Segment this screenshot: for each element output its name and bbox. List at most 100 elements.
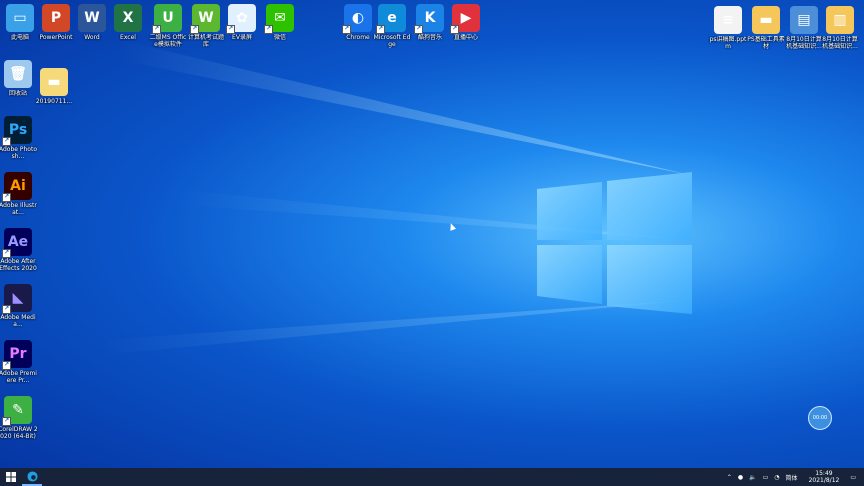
shortcut-arrow-icon: ↗ [190, 25, 199, 34]
desktop-icon[interactable]: 🗑 回收站 [0, 60, 38, 97]
excel-icon: X [114, 4, 142, 32]
desktop-icon[interactable]: ✉ ↗ 微信 [260, 4, 300, 41]
desktop-icon-label: Adobe Media... [0, 314, 36, 328]
desktop-icon-label: 20190711... [35, 98, 73, 105]
ime-indicator[interactable]: 简体 [786, 473, 798, 482]
rar-archive-icon: ▤ [790, 6, 818, 34]
desktop-icon[interactable]: Pr ↗ Adobe Premiere Pr... [0, 340, 38, 384]
wifi-icon[interactable]: ◔ [774, 474, 779, 481]
shortcut-arrow-icon: ↗ [414, 25, 423, 34]
desktop-icon[interactable]: ▥ 8月10日计算机基础知识... [820, 6, 860, 50]
desktop-icon[interactable]: ▤ 8月10日计算机基础知识... [784, 6, 824, 50]
network-icon[interactable]: ▭ [763, 474, 769, 481]
desktop-icon[interactable]: ≡ ps讲稿图.pptm [708, 6, 748, 50]
recycle-bin-icon: 🗑 [4, 60, 32, 88]
notification-icon[interactable]: ▭ [850, 474, 856, 481]
desktop-icon-label: 8月10日计算机基础知识... [786, 36, 822, 50]
shortcut-arrow-icon: ↗ [226, 25, 235, 34]
shortcut-arrow-icon: ↗ [2, 249, 11, 258]
shortcut-arrow-icon: ↗ [152, 25, 161, 34]
desktop-icon[interactable]: K ↗ 酷狗音乐 [410, 4, 450, 41]
wechat-icon: ✉ ↗ [264, 4, 294, 34]
desktop-icon[interactable]: Ps ↗ Adobe Photosh... [0, 116, 38, 160]
shortcut-arrow-icon: ↗ [2, 193, 11, 202]
after-effects-icon: Ae ↗ [2, 228, 32, 258]
desktop-icon-label: EV录屏 [232, 34, 252, 41]
speaker-icon[interactable]: 🔈 [749, 474, 756, 481]
shortcut-arrow-icon: ↗ [342, 25, 351, 34]
powerpoint-icon: P [42, 4, 70, 32]
desktop-icon-label: CorelDRAW 2020 (64-Bit) [0, 426, 38, 440]
timer-text: 00:00 [812, 415, 828, 421]
desktop-icon-label: 回收站 [8, 90, 27, 97]
computer-icon: ▭ [6, 4, 34, 32]
photoshop-icon: Ps ↗ [2, 116, 32, 146]
exam-bank-icon: W ↗ [190, 4, 220, 34]
desktop-icon[interactable]: Ae ↗ Adobe After Effects 2020 [0, 228, 38, 272]
desktop-icon-label: PowerPoint [39, 34, 73, 41]
desktop-icon-label: Adobe Premiere Pr... [0, 370, 37, 384]
desktop-icon-label: Adobe Photosh... [0, 146, 37, 160]
desktop-icon-label: Word [84, 34, 100, 41]
clock[interactable]: 15:49 2021/8/12 [809, 470, 840, 484]
microphone-icon[interactable]: ● [738, 474, 743, 481]
coreldraw-icon: ✎ ↗ [2, 396, 32, 426]
desktop-icon[interactable]: X Excel [108, 4, 148, 41]
shortcut-arrow-icon: ↗ [2, 137, 11, 146]
desktop-icon[interactable]: ▬ 20190711... [34, 68, 74, 105]
wallpaper-logo [100, 40, 692, 355]
ev-recorder-icon: ✿ ↗ [226, 4, 256, 34]
desktop-icon-label: Adobe Illustrat... [0, 202, 37, 216]
pptm-file-icon: ≡ [714, 6, 742, 34]
kugou-icon: K ↗ [414, 4, 444, 34]
mouse-cursor [447, 222, 457, 231]
clock-date: 2021/8/12 [808, 477, 840, 484]
desktop-icon-label: 8月10日计算机基础知识... [822, 36, 858, 50]
recording-timer-ball[interactable]: 00:00 [808, 406, 832, 430]
shortcut-arrow-icon: ↗ [450, 25, 459, 34]
desktop-icon[interactable]: ✎ ↗ CorelDRAW 2020 (64-Bit) [0, 396, 38, 440]
chevron-up-icon[interactable]: ⌃ [727, 474, 732, 481]
desktop-icon[interactable]: ▬ PS基础工具素材 [746, 6, 786, 50]
desktop-icon[interactable]: U ↗ 二级MS Office模拟软件 [148, 4, 188, 48]
document-archive-icon: ▥ [826, 6, 854, 34]
clock-time: 15:49 [815, 470, 833, 477]
desktop-icon-label: 此电脑 [10, 34, 29, 41]
desktop-icon-label: Adobe After Effects 2020 [0, 258, 37, 272]
desktop-icon-label: PS基础工具素材 [747, 36, 785, 50]
desktop-icon[interactable]: ▶ ↗ 直播中心 [446, 4, 486, 41]
edge-icon: e ↗ [376, 4, 406, 34]
word-icon: W [78, 4, 106, 32]
shortcut-arrow-icon: ↗ [376, 25, 385, 34]
desktop-icon[interactable]: P PowerPoint [36, 4, 76, 41]
browser-icon: ◐ ↗ [342, 4, 372, 34]
edge-taskbar-icon[interactable] [22, 468, 42, 486]
desktop-icon[interactable]: ◣ ↗ Adobe Media... [0, 284, 38, 328]
desktop-icon-label: Microsoft Edge [373, 34, 411, 48]
desktop-icon-label: 微信 [273, 34, 286, 41]
exam-software-icon: U ↗ [152, 4, 182, 34]
shortcut-arrow-icon: ↗ [2, 417, 11, 426]
live-center-icon: ▶ ↗ [450, 4, 480, 34]
desktop-icon-label: 酷狗音乐 [417, 34, 442, 41]
system-tray: ⌃ ● 🔈 ▭ ◔ 简体 15:49 2021/8/12 ▭ [724, 468, 864, 486]
desktop-icon-label: 二级MS Office模拟软件 [149, 34, 187, 48]
desktop-icon[interactable]: W ↗ 计算机考试题库 [186, 4, 226, 48]
desktop-icon[interactable]: W Word [72, 4, 112, 41]
desktop-icon[interactable]: ▭ 此电脑 [0, 4, 40, 41]
desktop-icon-label: 计算机考试题库 [187, 34, 224, 48]
desktop-icon[interactable]: Ai ↗ Adobe Illustrat... [0, 172, 38, 216]
premiere-icon: Pr ↗ [2, 340, 32, 370]
desktop-icon-label: Excel [120, 34, 136, 41]
illustrator-icon: Ai ↗ [2, 172, 32, 202]
shortcut-arrow-icon: ↗ [2, 305, 11, 314]
folder-icon: ▬ [752, 6, 780, 34]
desktop-icon-label: ps讲稿图.pptm [709, 36, 747, 50]
desktop-icon[interactable]: e ↗ Microsoft Edge [372, 4, 412, 48]
folder-file-icon: ▬ [40, 68, 68, 96]
shortcut-arrow-icon: ↗ [264, 25, 273, 34]
taskbar: ⌃ ● 🔈 ▭ ◔ 简体 15:49 2021/8/12 ▭ [0, 468, 864, 486]
shortcut-arrow-icon: ↗ [2, 361, 11, 370]
desktop-icon[interactable]: ✿ ↗ EV录屏 [222, 4, 262, 41]
windows-start-icon[interactable] [0, 468, 22, 486]
